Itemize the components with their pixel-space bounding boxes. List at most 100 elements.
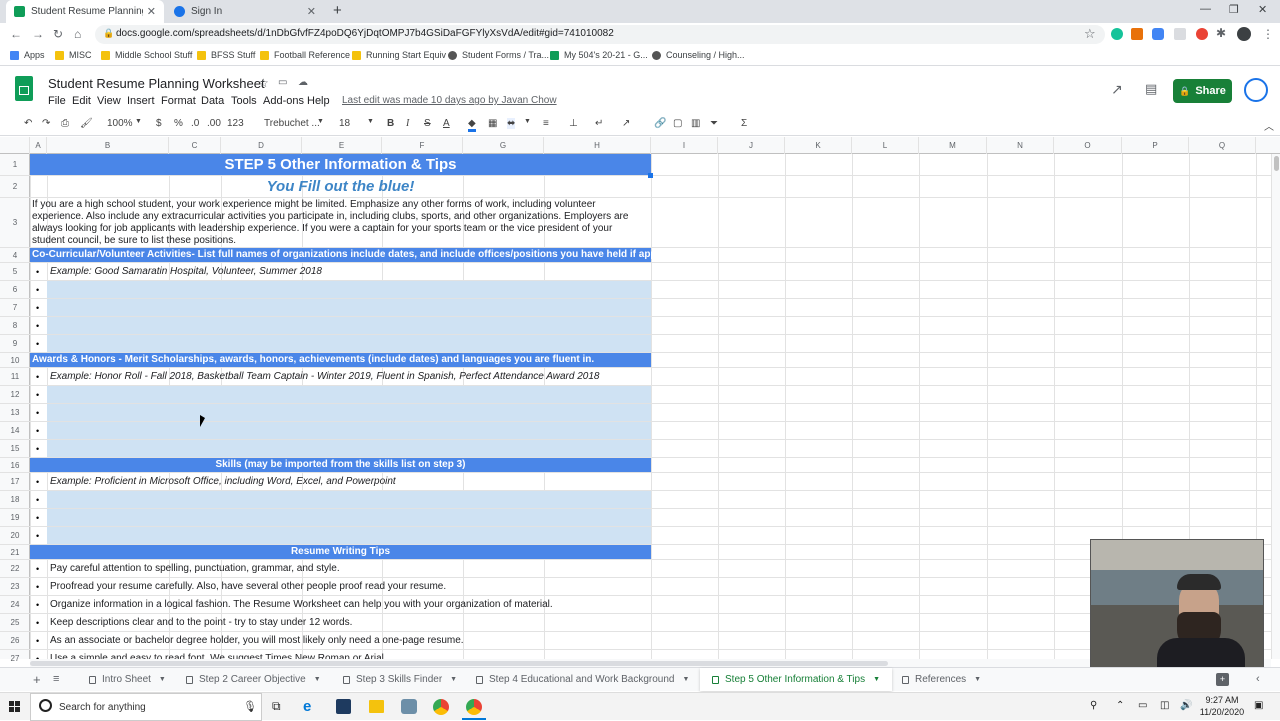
- row-header[interactable]: 7: [0, 299, 30, 317]
- screencast-extension-icon[interactable]: [1152, 28, 1164, 40]
- row-header[interactable]: 20: [0, 527, 30, 545]
- row-header[interactable]: 4: [0, 248, 30, 263]
- row-header[interactable]: 13: [0, 404, 30, 422]
- tab-references[interactable]: References ▼: [890, 668, 993, 691]
- close-tab-icon[interactable]: ✕: [147, 5, 156, 18]
- collapse-side-panel-icon[interactable]: ‹: [1256, 673, 1260, 685]
- print-icon[interactable]: ⎙: [61, 118, 69, 129]
- column-header[interactable]: J: [718, 137, 785, 154]
- home-icon[interactable]: ⌂: [74, 27, 81, 41]
- record-extension-icon[interactable]: [1196, 28, 1208, 40]
- activity-trend-icon[interactable]: ↗: [1111, 81, 1123, 98]
- sheets-logo-icon[interactable]: [15, 76, 33, 101]
- undo-icon[interactable]: ↶: [24, 118, 32, 129]
- filter-icon[interactable]: ⏷: [710, 118, 718, 129]
- profile-avatar-icon[interactable]: [1237, 27, 1251, 41]
- font-select[interactable]: Trebuchet ...: [264, 118, 320, 129]
- row-header[interactable]: 2: [0, 176, 30, 198]
- chevron-down-icon[interactable]: ▼: [683, 676, 690, 683]
- column-header[interactable]: A: [30, 137, 47, 154]
- column-header[interactable]: F: [382, 137, 463, 154]
- column-header[interactable]: Q: [1189, 137, 1256, 154]
- close-tab-icon[interactable]: ✕: [307, 5, 316, 18]
- bookmark-apps[interactable]: Apps: [10, 50, 45, 60]
- row-header[interactable]: 1: [0, 154, 30, 176]
- column-header[interactable]: B: [47, 137, 169, 154]
- input-cell[interactable]: [47, 440, 651, 457]
- tip-text[interactable]: Pay careful attention to spelling, punct…: [50, 563, 340, 574]
- microphone-icon[interactable]: 🎙: [243, 700, 257, 713]
- input-cell[interactable]: [47, 422, 651, 439]
- row-header[interactable]: 21: [0, 545, 30, 560]
- bookmark-counseling[interactable]: Counseling / High...: [652, 50, 745, 60]
- collapse-toolbar-icon[interactable]: ︿: [1264, 118, 1274, 133]
- tab-educational-work[interactable]: Step 4 Educational and Work Background ▼: [464, 668, 701, 691]
- bookmark-running-start[interactable]: Running Start Equiv: [352, 50, 446, 60]
- section-header-cell[interactable]: Skills (may be imported from the skills …: [30, 458, 651, 472]
- row-header[interactable]: 23: [0, 578, 30, 596]
- menu-help[interactable]: Help: [307, 95, 330, 107]
- percent-format-button[interactable]: %: [174, 118, 183, 129]
- font-size-select[interactable]: 18: [339, 118, 350, 129]
- row-header[interactable]: 27: [0, 650, 30, 668]
- share-button[interactable]: 🔒 Share: [1173, 79, 1232, 103]
- spreadsheet-grid[interactable]: STEP 5 Other Information & Tips You Fill …: [30, 154, 1271, 659]
- input-cell[interactable]: [47, 386, 651, 403]
- input-cell[interactable]: [47, 527, 651, 544]
- menu-data[interactable]: Data: [201, 95, 224, 107]
- row-header[interactable]: 5: [0, 263, 30, 281]
- taskbar-search-input[interactable]: Search for anything 🎙: [30, 693, 262, 721]
- extension-icon[interactable]: [1174, 28, 1186, 40]
- selection-handle[interactable]: [648, 173, 653, 178]
- insert-link-icon[interactable]: 🔗: [654, 118, 666, 129]
- subtitle-text[interactable]: You Fill out the blue!: [30, 176, 651, 198]
- new-tab-icon[interactable]: +: [333, 2, 342, 19]
- column-header[interactable]: C: [169, 137, 221, 154]
- browser-tab-signin[interactable]: Sign In ✕: [166, 0, 324, 23]
- input-cell[interactable]: [47, 299, 651, 316]
- chevron-down-icon[interactable]: ▼: [873, 676, 880, 683]
- row-header[interactable]: 11: [0, 368, 30, 386]
- account-avatar[interactable]: [1244, 78, 1268, 102]
- back-icon[interactable]: ←: [10, 27, 22, 41]
- increase-decimal-button[interactable]: .00: [207, 118, 221, 129]
- chevron-down-icon[interactable]: ▼: [450, 676, 457, 683]
- functions-icon[interactable]: Σ: [741, 118, 747, 129]
- minimize-icon[interactable]: —: [1200, 3, 1211, 15]
- store-icon[interactable]: [336, 699, 351, 714]
- chevron-down-icon[interactable]: ▼: [317, 118, 324, 125]
- text-color-button[interactable]: A: [443, 118, 450, 129]
- menu-view[interactable]: View: [97, 95, 121, 107]
- tab-career-objective[interactable]: Step 2 Career Objective ▼: [174, 668, 333, 691]
- bookmark-misc[interactable]: MISC: [55, 50, 92, 60]
- row-header[interactable]: 12: [0, 386, 30, 404]
- volume-icon[interactable]: 🔊: [1180, 700, 1192, 711]
- horizontal-align-icon[interactable]: ≡: [543, 118, 549, 129]
- horizontal-scrollbar[interactable]: [30, 659, 1271, 667]
- select-all-corner[interactable]: [0, 137, 30, 154]
- windows-start-icon[interactable]: [9, 701, 21, 713]
- grammarly-extension-icon[interactable]: [1111, 28, 1123, 40]
- star-icon[interactable]: ☆: [258, 76, 269, 90]
- chevron-up-icon[interactable]: ⌃: [1116, 700, 1124, 711]
- document-title[interactable]: Student Resume Planning Worksheet: [48, 76, 265, 91]
- row-header[interactable]: 17: [0, 473, 30, 491]
- column-header[interactable]: I: [651, 137, 718, 154]
- task-view-icon[interactable]: ⧉: [272, 699, 281, 714]
- input-cell[interactable]: [47, 491, 651, 508]
- row-header[interactable]: 10: [0, 353, 30, 368]
- reload-icon[interactable]: ↻: [53, 27, 63, 41]
- people-icon[interactable]: ⚲: [1090, 700, 1097, 711]
- comments-icon[interactable]: ▤: [1145, 81, 1157, 97]
- insert-chart-icon[interactable]: ▥: [691, 118, 700, 129]
- menu-format[interactable]: Format: [161, 95, 196, 107]
- column-header[interactable]: E: [302, 137, 382, 154]
- section-header-cell[interactable]: Resume Writing Tips: [30, 545, 651, 559]
- chevron-down-icon[interactable]: ▼: [974, 676, 981, 683]
- input-cell[interactable]: [47, 404, 651, 421]
- column-header[interactable]: O: [1054, 137, 1122, 154]
- clock-time[interactable]: 9:27 AM: [1200, 695, 1244, 705]
- row-header[interactable]: 22: [0, 560, 30, 578]
- paint-format-icon[interactable]: 🖌: [80, 118, 93, 129]
- example-text[interactable]: Example: Honor Roll - Fall 2018, Basketb…: [50, 371, 599, 382]
